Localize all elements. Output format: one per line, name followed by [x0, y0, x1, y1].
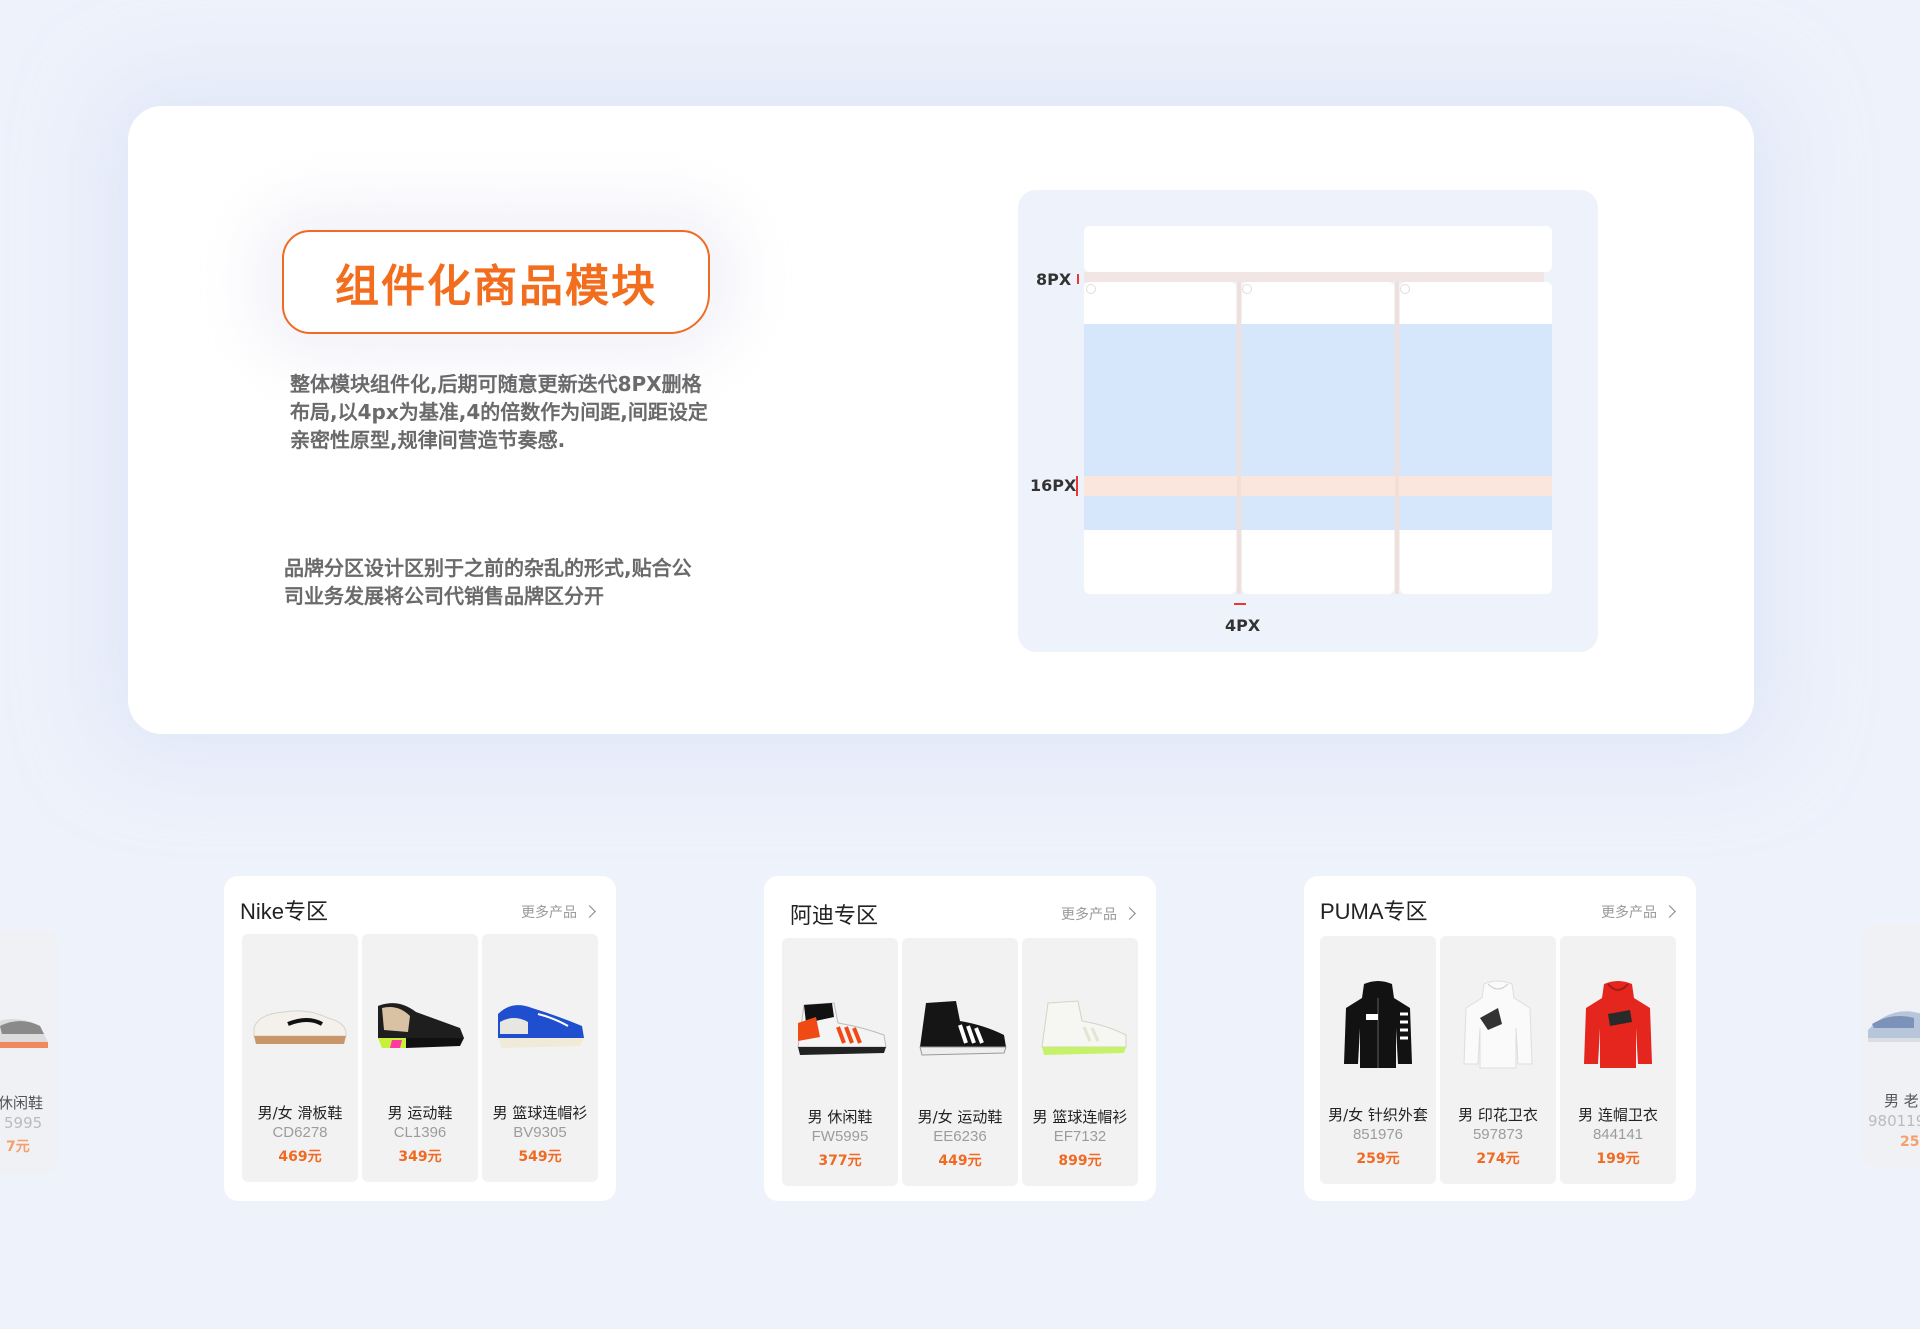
shoe-icon — [1868, 1011, 1920, 1042]
shoe-icon — [0, 1018, 48, 1048]
product-price: 259元 — [1356, 1151, 1400, 1167]
product-card[interactable]: 男/女 针织外套 851976 259元 — [1320, 936, 1436, 1184]
brand-section-puma: PUMA专区 更多产品 男/女 针织外套 851976 259元 男 印花卫衣 … — [1304, 876, 1696, 1201]
more-products-link[interactable]: 更多产品 — [1601, 902, 1674, 922]
section-title: PUMA专区 — [1320, 899, 1428, 924]
product-price: 199元 — [1596, 1151, 1640, 1167]
white-hoodie-icon — [1440, 966, 1556, 1086]
more-products-link[interactable]: 更多产品 — [521, 902, 594, 922]
product-name: 男 休闲鞋 — [807, 1108, 873, 1126]
marker-4px — [1234, 603, 1246, 605]
diagram-marker — [1086, 284, 1096, 294]
diagram-image-area — [1084, 324, 1552, 476]
marker-8px — [1077, 274, 1079, 284]
side-card-right[interactable]: 男 老 980119 25 — [1862, 924, 1920, 1168]
product-code: 844141 — [1592, 1126, 1644, 1143]
product-name: 男/女 滑板鞋 — [257, 1104, 343, 1122]
product-code: FW5995 — [811, 1128, 869, 1145]
product-price: 899元 — [1058, 1153, 1102, 1169]
red-hoodie-icon — [1560, 966, 1676, 1086]
product-card[interactable]: 男 篮球连帽衫 EF7132 899元 — [1022, 938, 1138, 1186]
product-card[interactable]: 男 运动鞋 CL1396 349元 — [362, 934, 478, 1182]
marker-16px — [1076, 476, 1078, 496]
product-price: 449元 — [938, 1153, 982, 1169]
product-price: 349元 — [398, 1149, 442, 1165]
black-basketball-shoe-icon — [362, 964, 478, 1084]
side-left-name: 休闲鞋 — [0, 1094, 44, 1112]
product-name: 男 运动鞋 — [387, 1104, 453, 1122]
diagram-header-block — [1084, 226, 1552, 272]
product-name: 男/女 运动鞋 — [917, 1108, 1003, 1126]
description-text: 整体模块组件化,后期可随意更新迭代8PX删格布局,以4px为基准,4的倍数作为间… — [290, 372, 708, 452]
orange-high-top-icon — [782, 968, 898, 1088]
diagram-marker — [1242, 284, 1252, 294]
side-right-name: 男 老 — [1884, 1092, 1919, 1110]
product-name: 男 篮球连帽衫 — [1032, 1108, 1128, 1126]
brand-section-nike: Nike专区 更多产品 男/女 滑板鞋 CD6278 469元 男 运动鞋 CL… — [224, 876, 616, 1201]
product-price: 274元 — [1476, 1151, 1520, 1167]
black-jacket-icon — [1320, 966, 1436, 1086]
side-right-code: 980119 — [1868, 1112, 1920, 1130]
label-8px: 8PX — [1036, 270, 1072, 289]
section-title: 阿迪专区 — [790, 903, 879, 928]
product-code: EE6236 — [933, 1128, 987, 1145]
product-card[interactable]: 男 篮球连帽衫 BV9305 549元 — [482, 934, 598, 1182]
more-products-link[interactable]: 更多产品 — [1061, 904, 1134, 924]
label-16px: 16PX — [1030, 476, 1077, 495]
brand-description-text: 品牌分区设计区别于之前的杂乱的形式,贴合公司业务发展将公司代销售品牌区分开 — [284, 556, 692, 608]
side-right-price: 25 — [1900, 1134, 1920, 1150]
section-title: Nike专区 — [240, 899, 329, 924]
product-card[interactable]: 男/女 运动鞋 EE6236 449元 — [902, 938, 1018, 1186]
side-left-price: 7元 — [6, 1139, 30, 1155]
diagram-gutter-2 — [1395, 282, 1399, 594]
product-name: 男 印花卫衣 — [1458, 1106, 1538, 1124]
product-code: CD6278 — [272, 1124, 328, 1141]
white-skate-shoe-icon — [242, 964, 358, 1084]
brand-section-adidas: 阿迪专区 更多产品 男 休闲鞋 FW5995 377元 男/女 运动鞋 EE62… — [764, 876, 1156, 1201]
product-code: 597873 — [1472, 1126, 1524, 1143]
blue-basketball-shoe-icon — [482, 964, 598, 1084]
product-price: 377元 — [818, 1153, 862, 1169]
product-price: 549元 — [518, 1149, 562, 1165]
product-card[interactable]: 男/女 滑板鞋 CD6278 469元 — [242, 934, 358, 1182]
diagram-marker — [1400, 284, 1410, 294]
diagram-text-area — [1084, 496, 1552, 530]
product-code: 851976 — [1352, 1126, 1404, 1143]
diagram-16px-gap — [1084, 476, 1552, 496]
product-name: 男 篮球连帽衫 — [492, 1104, 588, 1122]
title-badge: 组件化商品模块 — [282, 230, 710, 334]
product-price: 469元 — [278, 1149, 322, 1165]
black-high-top-icon — [902, 968, 1018, 1088]
grid-diagram: 8PX 16PX 4PX — [1018, 190, 1598, 652]
product-name: 男/女 针织外套 — [1328, 1106, 1428, 1124]
product-card[interactable]: 男 印花卫衣 597873 274元 — [1440, 936, 1556, 1184]
product-code: CL1396 — [393, 1124, 447, 1141]
product-name: 男 连帽卫衣 — [1578, 1106, 1658, 1124]
diagram-8px-gap — [1084, 272, 1544, 282]
side-card-left[interactable]: 休闲鞋 5995 7元 — [0, 930, 58, 1174]
side-left-code: 5995 — [4, 1114, 43, 1132]
product-card[interactable]: 男 连帽卫衣 844141 199元 — [1560, 936, 1676, 1184]
product-code: EF7132 — [1053, 1128, 1107, 1145]
white-green-high-top-icon — [1022, 968, 1138, 1088]
page-title: 组件化商品模块 — [335, 261, 657, 312]
product-code: BV9305 — [513, 1124, 567, 1141]
diagram-gutter-1 — [1237, 282, 1241, 594]
product-card[interactable]: 男 休闲鞋 FW5995 377元 — [782, 938, 898, 1186]
label-4px: 4PX — [1225, 616, 1261, 635]
